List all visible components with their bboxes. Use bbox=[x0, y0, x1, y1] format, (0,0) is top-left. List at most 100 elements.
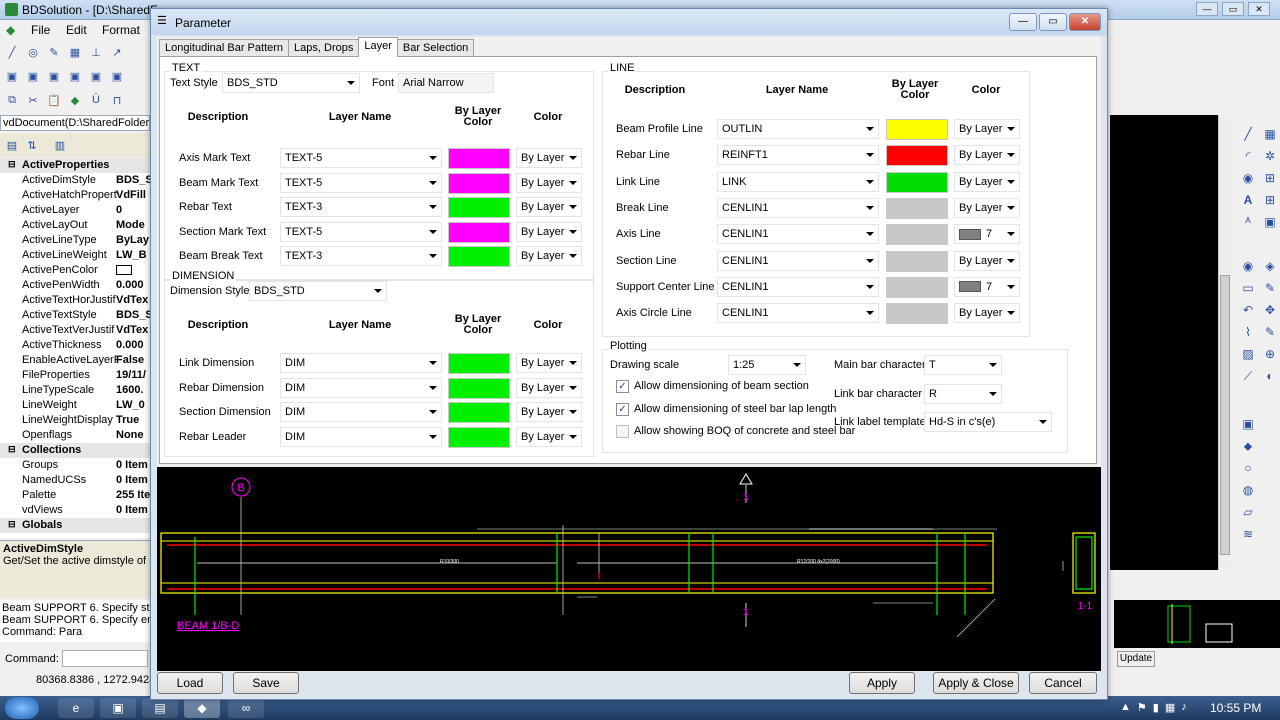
layer-select[interactable]: TEXT-5 bbox=[280, 148, 442, 168]
menu-format[interactable]: Format bbox=[102, 23, 140, 37]
image-icon[interactable]: ▨ bbox=[1240, 347, 1256, 363]
layer-select[interactable]: DIM bbox=[280, 402, 442, 422]
battery-icon[interactable]: ▮ bbox=[1153, 701, 1159, 714]
network-icon[interactable]: ▦ bbox=[1165, 701, 1175, 714]
drawing-canvas[interactable] bbox=[1110, 115, 1218, 570]
layer-select[interactable]: CENLIN1 bbox=[717, 303, 879, 324]
checkbox[interactable]: ✓ bbox=[616, 380, 629, 393]
menu-file[interactable]: File bbox=[31, 23, 50, 37]
color-select[interactable]: By Layer bbox=[954, 197, 1020, 218]
node-icon[interactable]: ⊞ bbox=[1262, 171, 1278, 187]
color-select[interactable]: By Layer bbox=[516, 353, 582, 373]
bylayer-color-swatch[interactable] bbox=[448, 353, 510, 374]
pen-tool-icon[interactable]: ✎ bbox=[46, 44, 62, 60]
layer-select[interactable]: DIM bbox=[280, 426, 442, 447]
layer-select[interactable]: DIM bbox=[280, 377, 442, 398]
layer-select[interactable]: CENLIN1 bbox=[717, 250, 879, 271]
minimap[interactable] bbox=[1114, 600, 1280, 648]
property-category[interactable]: ⊟ Collections bbox=[0, 443, 150, 458]
bylayer-color-swatch[interactable] bbox=[448, 246, 510, 267]
bylayer-color-swatch[interactable] bbox=[448, 148, 510, 169]
color-select[interactable]: By Layer bbox=[516, 197, 582, 217]
line-icon[interactable]: ╱ bbox=[1240, 127, 1256, 143]
close-icon[interactable]: ✕ bbox=[1248, 2, 1270, 16]
bylayer-color-swatch[interactable] bbox=[448, 377, 510, 399]
layer3-tool-icon[interactable]: ▣ bbox=[46, 68, 62, 84]
layer-select[interactable]: CENLIN1 bbox=[717, 276, 879, 297]
zoom-icon[interactable]: ⊕ bbox=[1262, 347, 1278, 363]
color-select[interactable]: By Layer bbox=[954, 250, 1020, 271]
cut-icon[interactable]: ✂ bbox=[25, 92, 41, 108]
property-row[interactable]: ActiveDimStyle BDS_S bbox=[0, 173, 150, 188]
edit-icon[interactable]: ✎ bbox=[1262, 281, 1278, 297]
text-icon[interactable]: A bbox=[1240, 193, 1256, 209]
bdsolution-task[interactable]: ◆ bbox=[184, 698, 220, 718]
polyline-icon[interactable]: ⌇ bbox=[1240, 325, 1256, 341]
categorized-icon[interactable]: ▤ bbox=[4, 137, 20, 153]
text-style-select[interactable]: BDS_STD bbox=[222, 73, 360, 93]
layer2-tool-icon[interactable]: ▣ bbox=[25, 68, 41, 84]
checkbox[interactable] bbox=[616, 425, 629, 438]
color-select[interactable]: By Layer bbox=[954, 303, 1020, 324]
media-icon[interactable]: ∞ bbox=[228, 698, 264, 718]
bds-icon[interactable]: ◆ bbox=[67, 92, 83, 108]
property-row[interactable]: ActiveLayOut Mode bbox=[0, 218, 150, 233]
layer-select[interactable]: TEXT-3 bbox=[280, 197, 442, 217]
text-small-icon[interactable]: ᴬ bbox=[1240, 215, 1256, 231]
update-button[interactable]: Update bbox=[1117, 651, 1155, 667]
color-select[interactable]: By Layer bbox=[954, 145, 1020, 166]
bylayer-color-swatch[interactable] bbox=[886, 197, 948, 219]
color-select[interactable]: By Layer bbox=[516, 148, 582, 168]
circle-icon[interactable]: ○ bbox=[1240, 461, 1256, 477]
checkbox[interactable]: ✓ bbox=[616, 402, 629, 416]
bylayer-color-swatch[interactable] bbox=[886, 119, 948, 140]
fill-icon[interactable]: ⬥ bbox=[1240, 439, 1256, 455]
tab-longitudinal-bar-pattern[interactable]: Longitudinal Bar Pattern bbox=[159, 39, 290, 57]
target-icon[interactable]: ◉ bbox=[1240, 171, 1256, 187]
menu-edit[interactable]: Edit bbox=[66, 23, 87, 37]
layer-select[interactable]: TEXT-5 bbox=[280, 172, 442, 193]
property-row[interactable]: ActivePenColor bbox=[0, 263, 150, 278]
start-button[interactable] bbox=[5, 697, 39, 719]
draw-tool-icon[interactable]: ↗ bbox=[109, 44, 125, 60]
circle-tool-icon[interactable]: ◎ bbox=[25, 44, 41, 60]
app-icon[interactable]: ▣ bbox=[100, 698, 136, 718]
color-select[interactable]: 7 bbox=[954, 224, 1020, 245]
snap-icon[interactable]: ⊞ bbox=[1262, 193, 1278, 209]
main-bar-character-select[interactable]: T bbox=[924, 355, 1002, 375]
paste-icon[interactable]: 📋 bbox=[46, 92, 62, 108]
bylayer-color-swatch[interactable] bbox=[886, 145, 948, 167]
gear-icon[interactable]: ✲ bbox=[1262, 149, 1278, 165]
grid-tool-icon[interactable]: ▦ bbox=[67, 44, 83, 60]
color-select[interactable]: By Layer bbox=[516, 402, 582, 422]
color-select[interactable]: By Layer bbox=[516, 246, 582, 266]
bylayer-color-swatch[interactable] bbox=[448, 197, 510, 218]
grid-icon[interactable]: ▦ bbox=[1262, 127, 1278, 143]
cancel-button[interactable]: Cancel bbox=[1029, 672, 1097, 694]
color-icon[interactable]: ◐ bbox=[1262, 369, 1278, 385]
apply-close-button[interactable]: Apply & Close bbox=[933, 672, 1019, 694]
close-icon[interactable]: ✕ bbox=[1069, 13, 1101, 31]
layers-icon[interactable]: ▣ bbox=[1262, 215, 1278, 231]
color-select[interactable]: By Layer bbox=[516, 377, 582, 398]
move-icon[interactable]: ✥ bbox=[1262, 303, 1278, 319]
minimize-icon[interactable]: — bbox=[1196, 2, 1218, 16]
bylayer-color-swatch[interactable] bbox=[886, 171, 948, 193]
render-icon[interactable]: ◍ bbox=[1240, 483, 1256, 499]
maximize-icon[interactable]: ▭ bbox=[1039, 13, 1067, 31]
tray-arrow-icon[interactable]: ▲ bbox=[1120, 701, 1131, 714]
measure-icon[interactable]: ⟋ bbox=[1240, 369, 1256, 385]
link-bar-character-select[interactable]: R bbox=[924, 384, 1002, 404]
layer-select[interactable]: REINFT1 bbox=[717, 145, 879, 166]
scrollbar-thumb[interactable] bbox=[1220, 275, 1230, 555]
property-category[interactable]: ⊟ Globals bbox=[0, 518, 150, 533]
text-tool-icon[interactable]: Ū bbox=[88, 92, 104, 108]
folder-icon[interactable]: ▤ bbox=[142, 698, 178, 718]
layer-tool-icon[interactable]: ▣ bbox=[4, 68, 20, 84]
property-row[interactable]: NamedUCSs 0 Item bbox=[0, 473, 150, 488]
line-tool-icon[interactable]: ╱ bbox=[4, 44, 20, 60]
sort-az-icon[interactable]: ⇅ bbox=[24, 137, 40, 153]
dim-tool-icon[interactable]: ⊓ bbox=[109, 92, 125, 108]
plane-icon[interactable]: ▱ bbox=[1240, 505, 1256, 521]
stack-icon[interactable]: ≋ bbox=[1240, 527, 1256, 543]
